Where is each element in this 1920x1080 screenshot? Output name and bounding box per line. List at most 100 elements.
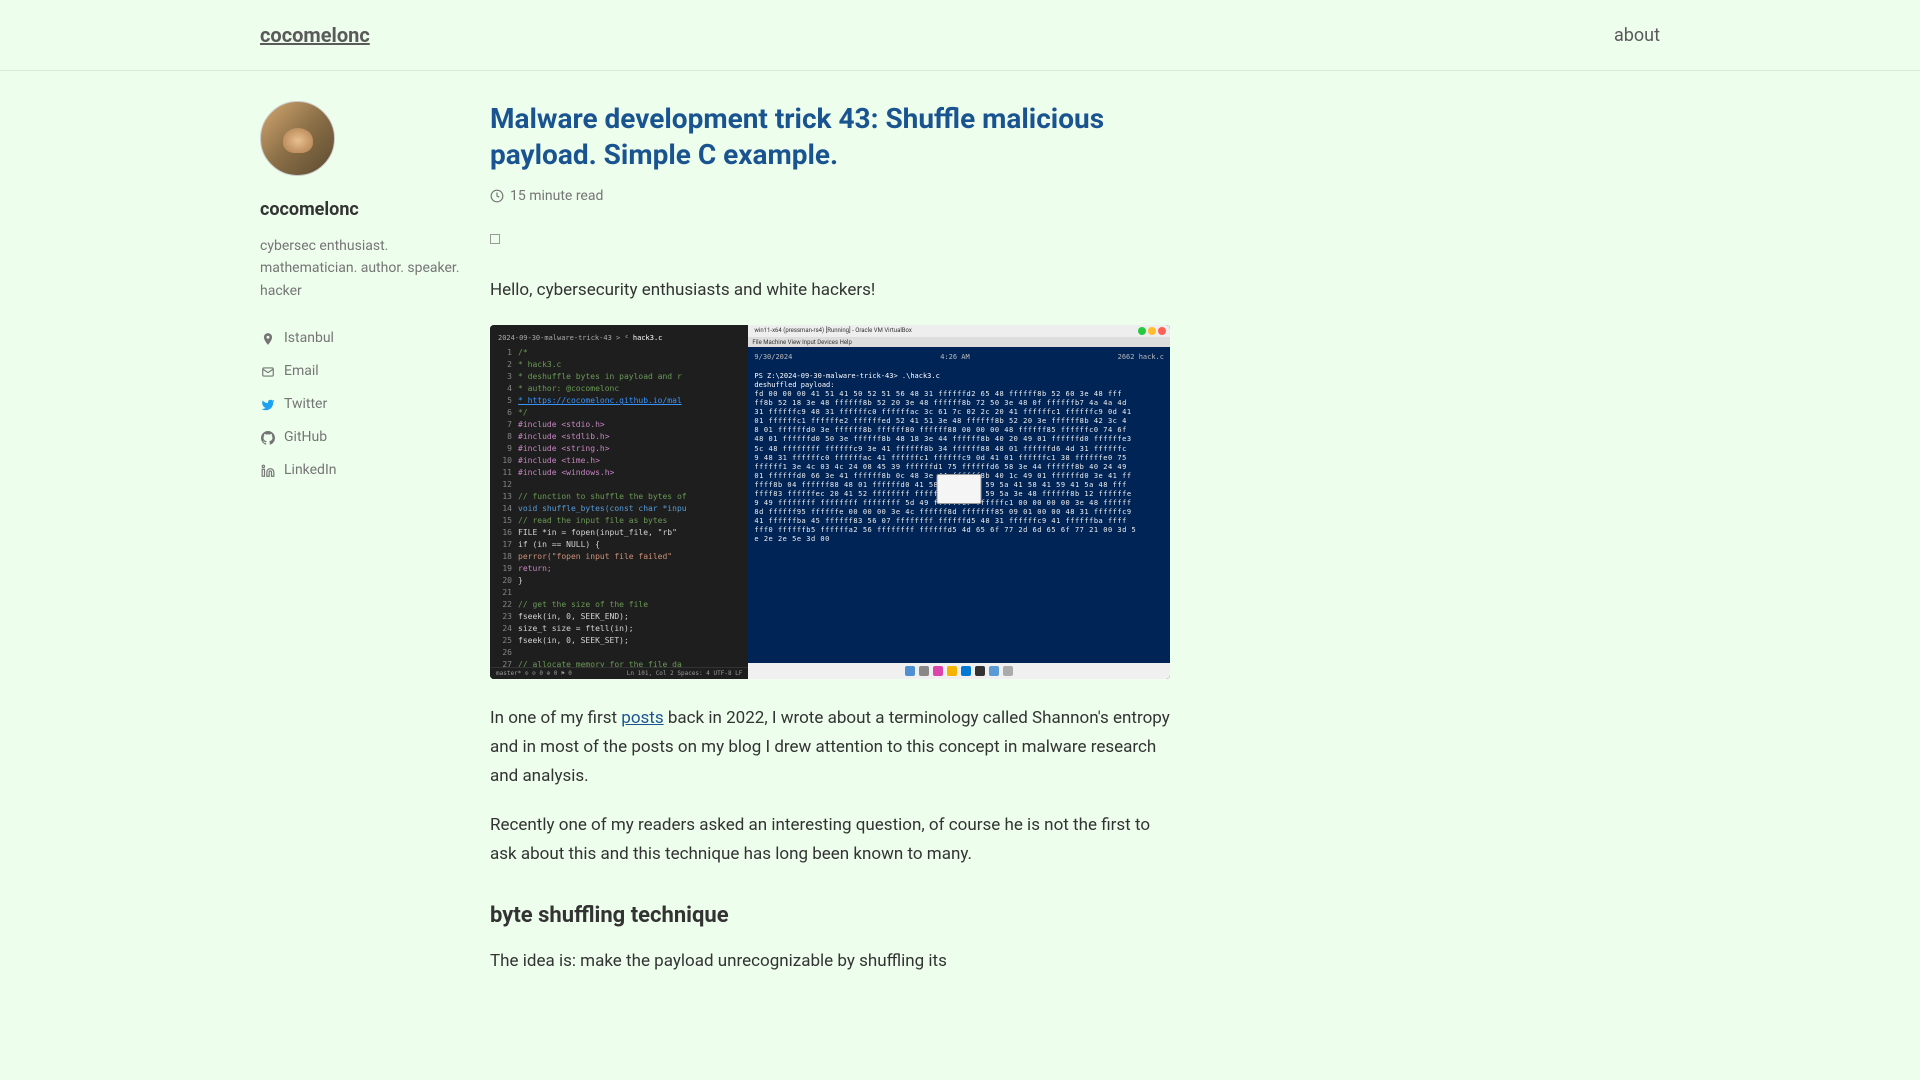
taskbar-explorer-icon [947, 666, 957, 676]
email-icon [260, 364, 276, 380]
taskbar-edge-icon [961, 666, 971, 676]
terminal-output-label: deshuffled payload: [754, 381, 1164, 390]
hex-output-line: ffffff1 3e 4c 03 4c 24 08 45 39 ffffffd1… [754, 463, 1164, 472]
hex-output-line: 48 01 ffffffd0 50 3e ffffff8b 48 18 3e 4… [754, 435, 1164, 444]
twitter-icon [260, 397, 276, 413]
code-line: 20 } [498, 575, 740, 587]
editor-statusbar: master* ⊙ ⊘ 0 ⊕ 0 ⚑ 0 Ln 101, Col 2 Spac… [490, 667, 748, 679]
site-title-link[interactable]: cocomelonc [260, 20, 370, 50]
nav-about-link[interactable]: about [1614, 22, 1660, 49]
hex-output-line: 31 ffffffc9 48 31 ffffffc0 ffffffac 3c 6… [754, 408, 1164, 417]
code-line: 16 FILE *in = fopen(input_file, "rb" [498, 527, 740, 539]
code-line: 22 // get the size of the file [498, 599, 740, 611]
sidebar-location: Istanbul [260, 322, 470, 355]
author-sidebar: cocomelonc cybersec enthusiast. mathemat… [260, 101, 470, 996]
clock-icon [490, 189, 504, 203]
twitter-link[interactable]: Twitter [284, 394, 327, 415]
code-line: 15 // read the input file as bytes [498, 515, 740, 527]
status-right: Ln 101, Col 2 Spaces: 4 UTF-8 LF [627, 669, 743, 678]
author-name: cocomelonc [260, 196, 470, 223]
editor-tab: 2024-09-30-malware-trick-43 > ᶜ hack3.c [498, 333, 740, 348]
terminal-filesize: 2662 hack.c [1118, 353, 1164, 362]
post-title: Malware development trick 43: Shuffle ma… [490, 101, 1170, 174]
taskbar-app-icon [933, 666, 943, 676]
taskbar-search-icon [919, 666, 929, 676]
terminal-header-row: 9/30/2024 4:26 AM 2662 hack.c [754, 353, 1164, 362]
posts-link[interactable]: posts [621, 708, 663, 728]
main-container: cocomelonc cybersec enthusiast. mathemat… [0, 71, 1920, 1026]
code-editor-pane: 2024-09-30-malware-trick-43 > ᶜ hack3.c … [490, 325, 748, 680]
code-line: 6*/ [498, 407, 740, 419]
sidebar-email[interactable]: Email [260, 355, 470, 388]
hex-output-line: fff0 ffffffb5 ffffffa2 56 ffffffff fffff… [754, 526, 1164, 535]
email-link[interactable]: Email [284, 361, 319, 382]
code-line: 8#include <stdlib.h> [498, 431, 740, 443]
code-line: 5 * https://cocomelonc.github.io/mal [498, 395, 740, 407]
hex-output-line: 8 01 ffffffd0 3e ffffff8b ffffff80 fffff… [754, 426, 1164, 435]
hex-output-line: e 2e 2e 5e 3d 00 [754, 535, 1164, 544]
code-line: 13// function to shuffle the bytes of [498, 491, 740, 503]
code-line: 11#include <windows.h> [498, 467, 740, 479]
location-text: Istanbul [284, 328, 334, 349]
hex-output-line: 8d ffffff95 ffffffe 00 00 00 3e 4c fffff… [754, 508, 1164, 517]
code-line: 4 * author: @cocomelonc [498, 383, 740, 395]
paragraph-1: In one of my first posts back in 2022, I… [490, 704, 1170, 791]
window-maximize-icon [1148, 327, 1156, 335]
vm-titlebar: win11-x64 (pressman-rs4) [Running] - Ora… [748, 325, 1170, 337]
terminal-pane: win11-x64 (pressman-rs4) [Running] - Ora… [748, 325, 1170, 680]
section-heading-1: byte shuffling technique [490, 899, 1170, 932]
vm-title: win11-x64 (pressman-rs4) [Running] - Ora… [754, 326, 912, 335]
taskbar-app3-icon [1003, 666, 1013, 676]
code-line: 12 [498, 479, 740, 491]
code-line: 10#include <time.h> [498, 455, 740, 467]
linkedin-icon [260, 463, 276, 479]
sidebar-twitter[interactable]: Twitter [260, 388, 470, 421]
sidebar-linkedin[interactable]: LinkedIn [260, 454, 470, 487]
code-line: 26 [498, 647, 740, 659]
share-icon[interactable] [490, 234, 500, 244]
post-body: Hello, cybersecurity enthusiasts and whi… [490, 276, 1170, 976]
hex-output-line: 5c 48 ffffffff ffffffc9 3e 41 ffffff8b 3… [754, 445, 1164, 454]
hex-output-line: ff8b 52 18 3e 48 ffffff8b 52 20 3e 48 ff… [754, 399, 1164, 408]
screenshot-figure: 2024-09-30-malware-trick-43 > ᶜ hack3.c … [490, 325, 1170, 680]
read-time-text: 15 minute read [510, 186, 603, 207]
hex-output-line: 01 ffffffc1 ffffffe2 ffffffed 52 41 51 3… [754, 417, 1164, 426]
social-share-row [490, 227, 1170, 251]
code-line: 1/* [498, 347, 740, 359]
sidebar-links: Istanbul Email Twitter GitHub [260, 322, 470, 487]
read-time: 15 minute read [490, 186, 1170, 207]
github-link[interactable]: GitHub [284, 427, 327, 448]
code-line: 14void shuffle_bytes(const char *inpu [498, 503, 740, 515]
paragraph-2: Recently one of my readers asked an inte… [490, 811, 1170, 869]
terminal-time: 4:26 AM [940, 353, 970, 362]
code-line: 19 return; [498, 563, 740, 575]
taskbar-start-icon [905, 666, 915, 676]
taskbar-app2-icon [989, 666, 999, 676]
code-line: 24 size_t size = ftell(in); [498, 623, 740, 635]
avatar[interactable] [260, 101, 335, 176]
terminal-prompt: PS Z:\2024-09-30-malware-trick-43> .\hac… [754, 372, 1164, 381]
sidebar-github[interactable]: GitHub [260, 421, 470, 454]
github-icon [260, 430, 276, 446]
taskbar-terminal-icon [975, 666, 985, 676]
author-bio: cybersec enthusiast. mathematician. auth… [260, 235, 470, 302]
window-close-icon [1158, 327, 1166, 335]
code-line: 23 fseek(in, 0, SEEK_END); [498, 611, 740, 623]
code-line: 7#include <stdio.h> [498, 419, 740, 431]
code-line: 25 fseek(in, 0, SEEK_SET); [498, 635, 740, 647]
vm-menubar: File Machine View Input Devices Help [748, 337, 1170, 347]
code-line: 9#include <string.h> [498, 443, 740, 455]
greeting-paragraph: Hello, cybersecurity enthusiasts and whi… [490, 276, 1170, 305]
post-content: Malware development trick 43: Shuffle ma… [490, 101, 1170, 996]
hex-output-line: fd 00 00 00 41 51 41 50 52 51 56 48 31 f… [754, 390, 1164, 399]
code-line: 2 * hack3.c [498, 359, 740, 371]
status-left: master* ⊙ ⊘ 0 ⊕ 0 ⚑ 0 [496, 669, 572, 678]
code-line: 18 perror("fopen input file failed" [498, 551, 740, 563]
hex-output-line: 9 48 31 ffffffc0 ffffffac 41 ffffffc1 ff… [754, 454, 1164, 463]
windows-taskbar [748, 663, 1170, 679]
paragraph-3: The idea is: make the payload unrecogniz… [490, 947, 1170, 976]
linkedin-link[interactable]: LinkedIn [284, 460, 337, 481]
site-header: cocomelonc about [0, 0, 1920, 71]
code-line: 21 [498, 587, 740, 599]
editor-filename: ᶜ hack3.c [624, 334, 662, 342]
